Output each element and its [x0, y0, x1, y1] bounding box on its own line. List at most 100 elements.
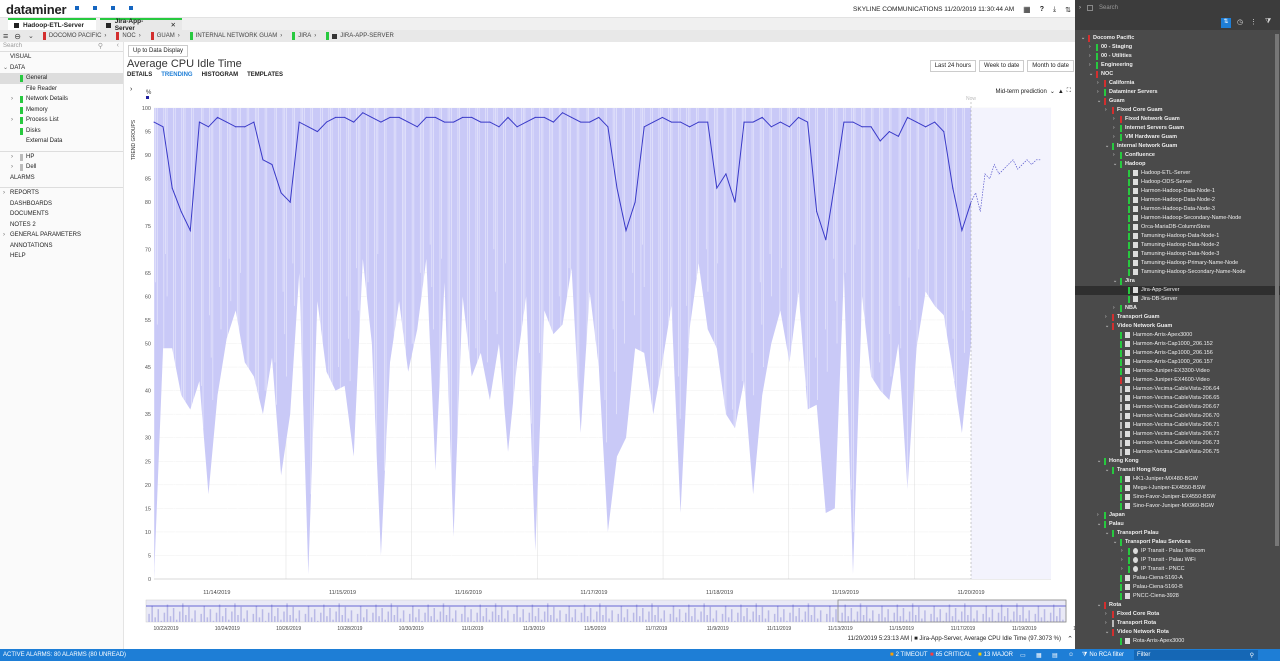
tree-node[interactable]: ⌄ NOC: [1075, 70, 1280, 79]
breadcrumb-item[interactable]: NOC ›: [111, 32, 145, 40]
tree-node[interactable]: Sino-Favor-Juniper-EX4550-BSW: [1075, 493, 1280, 502]
tab-jira-app-server[interactable]: Jira-App-Server ✕: [100, 18, 182, 32]
tree-node[interactable]: ⌄ Video Network Guam: [1075, 322, 1280, 331]
expand-icon[interactable]: ›: [1105, 313, 1107, 322]
expand-icon[interactable]: ⌄: [1105, 529, 1109, 538]
tree-node[interactable]: ⌄ Hadoop: [1075, 160, 1280, 169]
critical-badge[interactable]: ■ 65 CRITICAL: [930, 652, 978, 658]
tree-node[interactable]: › Fixed Core Rota: [1075, 610, 1280, 619]
tree-node[interactable]: Harmon-Hadoop-Secondary-Name-Node: [1075, 214, 1280, 223]
tree-node[interactable]: Sino-Favor-Juniper-MX960-BGW: [1075, 502, 1280, 511]
tree-node[interactable]: Harmon-Vecima-CableVista-206.65: [1075, 394, 1280, 403]
tree-node[interactable]: HK1-Juniper-MX480-BGW: [1075, 475, 1280, 484]
tree-view-icon[interactable]: ⋮: [1250, 18, 1257, 26]
expand-icon[interactable]: ⌄: [1097, 97, 1101, 106]
expand-icon[interactable]: ›: [1113, 304, 1115, 313]
sidebar-item[interactable]: ANNOTATIONS: [0, 241, 123, 252]
expand-icon[interactable]: ⌄: [1113, 160, 1117, 169]
tree-node[interactable]: Harmon-Vecima-CableVista-206.67: [1075, 403, 1280, 412]
expand-icon[interactable]: ⌄: [1105, 322, 1109, 331]
expand-icon[interactable]: ⌄: [1105, 466, 1109, 475]
hamburger-icon[interactable]: ≡: [0, 31, 11, 41]
expand-icon[interactable]: ›: [1113, 124, 1115, 133]
sidebar-item[interactable]: General: [0, 73, 123, 84]
tree-node[interactable]: Rota-Arris-Apex3000: [1075, 637, 1280, 646]
expand-icon[interactable]: ›: [1121, 547, 1123, 556]
expand-icon[interactable]: ›: [1105, 619, 1107, 628]
layout-icon[interactable]: ▭: [1020, 652, 1036, 659]
trend-chart[interactable]: % TREND GROUPS 0 5 10 15 20 25 30 35 40 45 50 55 60 65 7…: [126, 42, 1075, 649]
active-alarms-label[interactable]: ACTIVE ALARMS: 80 ALARMS (80 UNREAD): [0, 652, 890, 658]
sidebar-item[interactable]: NOTES 2: [0, 220, 123, 231]
expand-icon[interactable]: ›: [1105, 106, 1107, 115]
download-icon[interactable]: ⤓: [1053, 6, 1056, 14]
tree-node[interactable]: Harmon-Vecima-CableVista-206.75: [1075, 448, 1280, 457]
tree-node[interactable]: Harmon-Vecima-CableVista-206.64: [1075, 385, 1280, 394]
collapse-icon[interactable]: ‹: [117, 42, 119, 49]
expand-icon[interactable]: ›: [1113, 151, 1115, 160]
tab-hadoop-etl-server[interactable]: Hadoop-ETL-Server: [8, 18, 96, 30]
sidebar-item[interactable]: DASHBOARDS: [0, 199, 123, 210]
tree-node[interactable]: Tamuning-Hadoop-Data-Node-3: [1075, 250, 1280, 259]
chevron-up-icon[interactable]: ⌃: [1067, 635, 1073, 643]
expand-icon[interactable]: ⌄: [1113, 277, 1117, 286]
sidebar-item[interactable]: VISUAL: [0, 52, 123, 63]
tree-node[interactable]: ⌄ Guam: [1075, 97, 1280, 106]
tree-node[interactable]: ⌄ Transit Hong Kong: [1075, 466, 1280, 475]
history-icon[interactable]: ◷: [1237, 18, 1243, 26]
timeout-badge[interactable]: ■ 2 TIMEOUT: [890, 652, 930, 658]
tree-node[interactable]: › Transport Guam: [1075, 313, 1280, 322]
tree-node[interactable]: ⌄ Transport Palau: [1075, 529, 1280, 538]
grid-icon[interactable]: ▦: [1036, 652, 1052, 659]
major-badge[interactable]: ■ 13 MAJOR: [978, 652, 1020, 658]
tree-node[interactable]: Harmon-Juniper-EX3300-Video: [1075, 367, 1280, 376]
grid-icon[interactable]: ▦: [1023, 5, 1031, 14]
tree-node[interactable]: PNCC-Ciena-3928: [1075, 592, 1280, 601]
tree-node[interactable]: ⌄ Rota: [1075, 601, 1280, 610]
expand-icon[interactable]: ›: [11, 152, 13, 163]
sidebar-item[interactable]: File Reader: [0, 84, 123, 95]
tree-node[interactable]: › Transport Rota: [1075, 619, 1280, 628]
tree-node[interactable]: Harmon-Vecima-CableVista-206.72: [1075, 430, 1280, 439]
tree-node[interactable]: ⌄ Docomo Pacific: [1075, 34, 1280, 43]
sidebar-item[interactable]: › Dell: [0, 162, 123, 173]
help-icon[interactable]: ?: [1040, 6, 1044, 13]
tree-node[interactable]: Hadoop-ETL-Server: [1075, 169, 1280, 178]
expand-icon[interactable]: ⌄: [1097, 601, 1101, 610]
expand-icon[interactable]: ›: [1097, 511, 1099, 520]
breadcrumb-item[interactable]: GUAM ›: [146, 32, 185, 40]
expand-icon[interactable]: ›: [1089, 43, 1091, 52]
expand-icon[interactable]: ›: [1113, 133, 1115, 142]
sidebar-item[interactable]: › Process List: [0, 115, 123, 126]
expand-icon[interactable]: ›: [1121, 565, 1123, 574]
tree-node[interactable]: › Japan: [1075, 511, 1280, 520]
filter-input[interactable]: Filter ⚲: [1134, 650, 1258, 660]
tree-node[interactable]: Hadoop-ODS-Server: [1075, 178, 1280, 187]
expand-icon[interactable]: ⌄: [1097, 520, 1101, 529]
sidebar-item[interactable]: DOCUMENTS: [0, 209, 123, 220]
sidebar-item[interactable]: Disks: [0, 126, 123, 137]
close-icon[interactable]: ✕: [171, 21, 176, 29]
tree-node[interactable]: ⌄ Jira: [1075, 277, 1280, 286]
tree-node[interactable]: Jira-App-Server: [1075, 286, 1280, 295]
expand-icon[interactable]: ›: [3, 188, 5, 199]
tree-node[interactable]: Tamuning-Hadoop-Data-Node-2: [1075, 241, 1280, 250]
sync-icon[interactable]: ⇅: [1065, 6, 1071, 14]
expand-icon[interactable]: ⌄: [1089, 70, 1093, 79]
tree-node[interactable]: › IP Transit - Palau WiFi: [1075, 556, 1280, 565]
sort-icon[interactable]: ⇅: [1221, 18, 1231, 28]
sidebar-item[interactable]: › Network Details: [0, 94, 123, 105]
tree-node[interactable]: ⌄ Palau: [1075, 520, 1280, 529]
expand-icon[interactable]: ›: [11, 115, 13, 126]
sidebar-item[interactable]: HELP: [0, 251, 123, 262]
expand-icon[interactable]: ⌄: [1105, 142, 1109, 151]
expand-icon[interactable]: ⌄: [1105, 628, 1109, 637]
tree-node[interactable]: Harmon-Vecima-CableVista-206.70: [1075, 412, 1280, 421]
tree-node[interactable]: › Fixed Core Guam: [1075, 106, 1280, 115]
expand-icon[interactable]: ›: [1121, 556, 1123, 565]
tree-node[interactable]: › 00 - Utilities: [1075, 52, 1280, 61]
breadcrumb-item[interactable]: DOCOMO PACIFIC ›: [38, 32, 112, 40]
tree-node[interactable]: Harmon-Hadoop-Data-Node-1: [1075, 187, 1280, 196]
expand-icon[interactable]: ›: [11, 162, 13, 173]
tree-node[interactable]: Harmon-Juniper-EX4600-Video: [1075, 376, 1280, 385]
